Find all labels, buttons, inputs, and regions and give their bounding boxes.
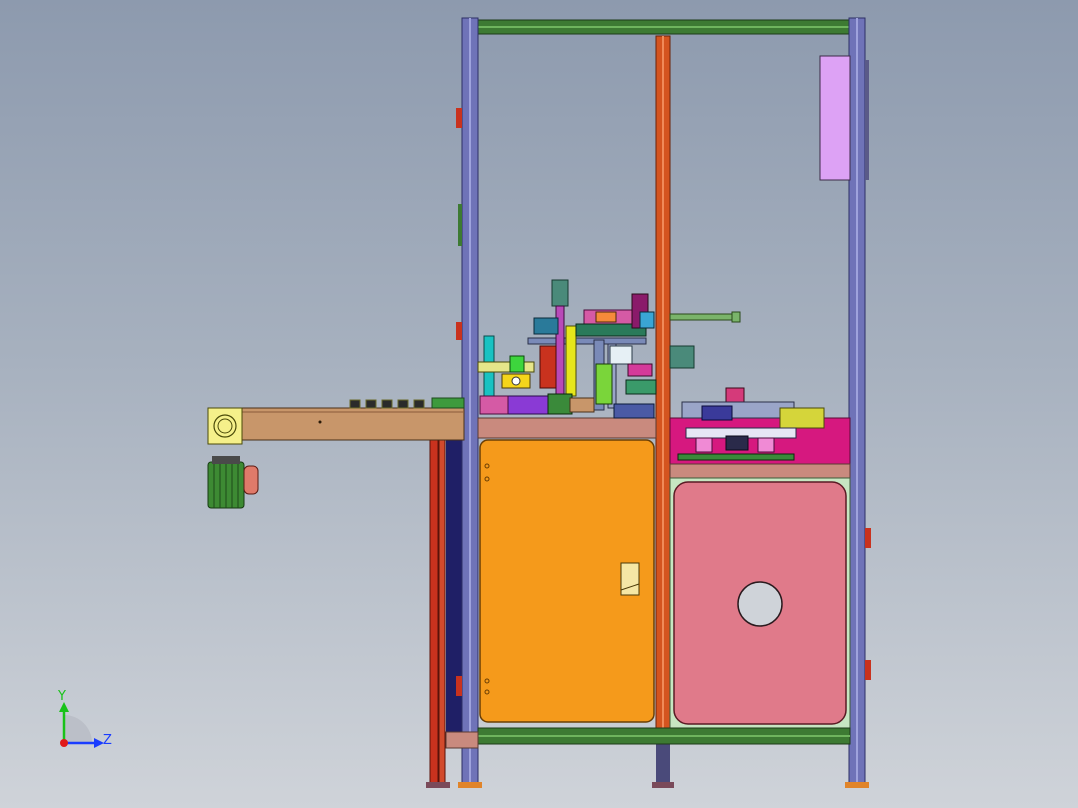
foot-right bbox=[845, 782, 869, 788]
bracket bbox=[458, 204, 462, 246]
cad-viewport[interactable]: Y Z bbox=[0, 0, 1078, 808]
bracket bbox=[456, 108, 462, 128]
foot-left bbox=[426, 782, 450, 788]
conveyor-parts bbox=[349, 399, 425, 409]
bracket bbox=[456, 322, 462, 340]
conveyor-motor bbox=[207, 456, 259, 509]
bracket bbox=[865, 60, 869, 180]
lilac-control-box bbox=[819, 55, 851, 181]
bracket bbox=[865, 660, 871, 680]
round-port bbox=[737, 581, 783, 627]
red-post-left-2 bbox=[438, 439, 446, 785]
y-axis-label: Y bbox=[57, 689, 66, 704]
axis-triad: Y Z bbox=[57, 689, 112, 748]
foot-mid-left bbox=[458, 782, 482, 788]
z-axis-label: Z bbox=[103, 733, 112, 748]
work-table bbox=[477, 417, 657, 439]
door-handle bbox=[620, 562, 640, 596]
conveyor-belt bbox=[237, 407, 465, 441]
bracket bbox=[456, 676, 462, 696]
bracket bbox=[865, 528, 871, 548]
foot-center bbox=[652, 782, 674, 788]
red-post-left bbox=[429, 439, 439, 785]
